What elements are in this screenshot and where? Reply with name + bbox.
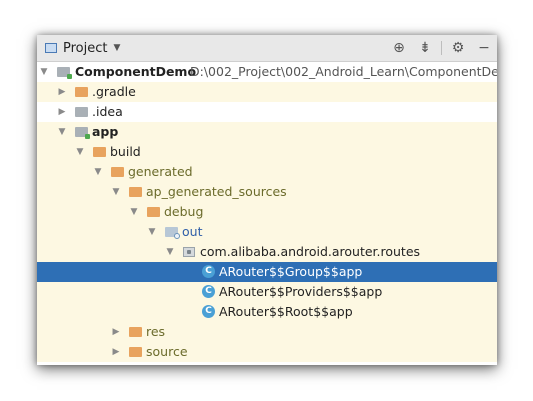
view-selector[interactable]: Project bbox=[63, 41, 107, 56]
class-icon: C bbox=[202, 285, 215, 298]
folder-icon bbox=[129, 327, 142, 337]
project-view-icon bbox=[45, 43, 57, 53]
tree-node-out[interactable]: ▼ out bbox=[37, 222, 497, 242]
project-tool-window: Project ▼ ⊕ ⇟ ⚙ − ▼ ComponentDemo D:\002… bbox=[37, 35, 497, 365]
project-panel-header: Project ▼ ⊕ ⇟ ⚙ − bbox=[37, 35, 497, 62]
class-icon: C bbox=[202, 265, 215, 278]
folder-icon bbox=[93, 147, 106, 157]
tree-node-label: ComponentDemo bbox=[75, 64, 197, 79]
expand-arrow-icon[interactable]: ▼ bbox=[57, 122, 67, 142]
tree-node-label: generated bbox=[128, 164, 193, 179]
collapsed-arrow-icon[interactable]: ▶ bbox=[111, 342, 121, 362]
expand-arrow-icon[interactable]: ▼ bbox=[165, 242, 175, 262]
project-path: D:\002_Project\002_Android_Learn\Compone… bbox=[190, 64, 497, 79]
tree-node-idea[interactable]: ▶ .idea bbox=[37, 102, 497, 122]
expand-arrow-icon[interactable]: ▼ bbox=[39, 62, 49, 82]
class-icon: C bbox=[202, 305, 215, 318]
locate-icon[interactable]: ⊕ bbox=[386, 40, 412, 56]
expand-arrow-icon[interactable]: ▼ bbox=[111, 182, 121, 202]
folder-icon bbox=[75, 87, 88, 97]
tree-node-label: .idea bbox=[92, 104, 123, 119]
package-icon bbox=[183, 247, 195, 257]
tree-node-debug[interactable]: ▼ debug bbox=[37, 202, 497, 222]
toolbar-separator bbox=[441, 41, 442, 55]
tree-node-gradle[interactable]: ▶ .gradle bbox=[37, 82, 497, 102]
settings-icon[interactable]: ⚙ bbox=[445, 40, 471, 56]
tree-node-label: out bbox=[182, 224, 203, 239]
folder-icon bbox=[147, 207, 160, 217]
collapsed-arrow-icon[interactable]: ▶ bbox=[57, 102, 67, 122]
tree-node-label: .gradle bbox=[92, 84, 136, 99]
folder-icon bbox=[111, 167, 124, 177]
tree-node-label: source bbox=[146, 344, 188, 359]
tree-node-build[interactable]: ▼ build bbox=[37, 142, 497, 162]
tree-node-label: res bbox=[146, 324, 166, 339]
expand-arrow-icon[interactable]: ▼ bbox=[147, 222, 157, 242]
tree-node-arouter-group-app[interactable]: C ARouter$$Group$$app bbox=[37, 262, 497, 282]
tree-node-label: app bbox=[92, 124, 119, 139]
expand-arrow-icon[interactable]: ▼ bbox=[129, 202, 139, 222]
module-folder-icon bbox=[57, 67, 72, 79]
expand-arrow-icon[interactable]: ▼ bbox=[75, 142, 85, 162]
tree-node-label: ap_generated_sources bbox=[146, 184, 287, 199]
tree-node-arouter-providers-app[interactable]: C ARouter$$Providers$$app bbox=[37, 282, 497, 302]
collapsed-arrow-icon[interactable]: ▶ bbox=[57, 82, 67, 102]
expand-arrow-icon[interactable]: ▼ bbox=[93, 162, 103, 182]
tree-node-label: debug bbox=[164, 204, 204, 219]
tree-node-label: ARouter$$Root$$app bbox=[219, 304, 353, 319]
folder-icon bbox=[129, 187, 142, 197]
project-tree: ▼ ComponentDemo D:\002_Project\002_Andro… bbox=[37, 62, 497, 362]
tree-node-routes-package[interactable]: ▼ com.alibaba.android.arouter.routes bbox=[37, 242, 497, 262]
tree-node-label: com.alibaba.android.arouter.routes bbox=[200, 244, 421, 259]
tree-node-componentdemo[interactable]: ▼ ComponentDemo D:\002_Project\002_Andro… bbox=[37, 62, 497, 82]
chevron-down-icon[interactable]: ▼ bbox=[113, 43, 120, 53]
hide-icon[interactable]: − bbox=[471, 40, 497, 56]
tree-node-label: build bbox=[110, 144, 141, 159]
tree-node-arouter-root-app[interactable]: C ARouter$$Root$$app bbox=[37, 302, 497, 322]
tree-node-generated[interactable]: ▼ generated bbox=[37, 162, 497, 182]
tree-node-app[interactable]: ▼ app bbox=[37, 122, 497, 142]
tree-node-label: ARouter$$Group$$app bbox=[219, 264, 363, 279]
tree-node-ap-generated-sources[interactable]: ▼ ap_generated_sources bbox=[37, 182, 497, 202]
tree-node-source[interactable]: ▶ source bbox=[37, 342, 497, 362]
folder-icon bbox=[75, 107, 88, 117]
header-toolbar: ⊕ ⇟ ⚙ − bbox=[386, 35, 497, 61]
module-folder-icon bbox=[75, 127, 90, 139]
tree-node-label: ARouter$$Providers$$app bbox=[219, 284, 383, 299]
folder-icon bbox=[129, 347, 142, 357]
generated-sources-folder-icon bbox=[165, 227, 180, 239]
collapsed-arrow-icon[interactable]: ▶ bbox=[111, 322, 121, 342]
collapse-all-icon[interactable]: ⇟ bbox=[412, 40, 438, 56]
tree-node-res[interactable]: ▶ res bbox=[37, 322, 497, 342]
